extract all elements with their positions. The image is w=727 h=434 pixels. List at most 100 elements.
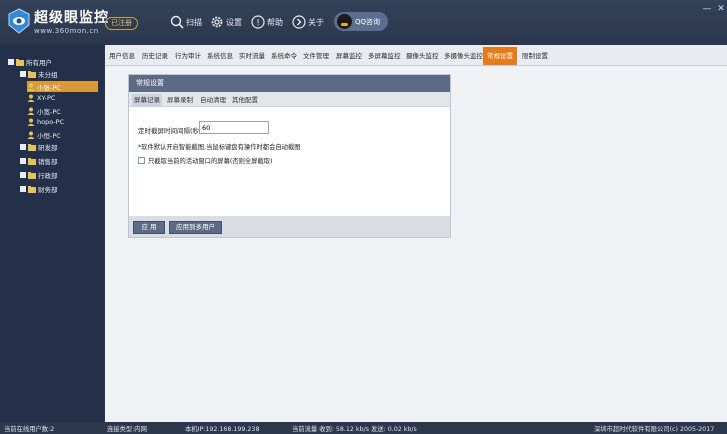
tab-multi-screen-monitor[interactable]: 多屏幕监控	[368, 48, 401, 64]
tree-dept-1[interactable]: 销售部	[20, 156, 58, 166]
online-users-count: 当前在线用户数:2	[4, 426, 55, 433]
help-label: 帮助	[267, 17, 283, 27]
user-icon	[27, 131, 35, 139]
tree-label: hopo-PC	[37, 118, 65, 126]
expand-icon	[20, 186, 26, 192]
subtab-auto-clean[interactable]: 自动清理	[198, 94, 228, 107]
tab-behavior-audit[interactable]: 行为审计	[175, 48, 201, 64]
about-button[interactable]: 关于	[292, 13, 324, 31]
folder-icon	[28, 171, 36, 179]
user-icon	[27, 83, 35, 91]
traffic-status: 当前流量 收到: 58.12 kb/s 发送: 0.02 kb/s	[292, 426, 417, 433]
qq-consult-button[interactable]: QQ咨询	[334, 12, 388, 31]
user-icon	[27, 118, 35, 126]
tab-restriction-settings[interactable]: 限制设置	[522, 48, 548, 64]
folder-icon	[28, 143, 36, 151]
tab-user-info[interactable]: 用户信息	[109, 48, 135, 64]
subtab-screen-capture[interactable]: 屏幕录制	[165, 94, 195, 107]
copyright: 深圳市超时代软件有限公司(c) 2005-2017	[594, 426, 715, 433]
qq-label: QQ咨询	[355, 17, 381, 26]
tree-label: 未分组	[38, 71, 58, 79]
interval-label: 定时截屏时间间隔(秒):	[138, 127, 204, 135]
tree-label: 财务部	[38, 186, 58, 194]
panel-footer: 应 用 应用到多用户	[129, 216, 450, 237]
tree-label: 小张-PC	[37, 83, 61, 92]
apply-to-multiple-users-button[interactable]: 应用到多用户	[169, 221, 222, 234]
folder-icon	[28, 70, 36, 78]
close-icon[interactable]: ✕	[716, 4, 726, 14]
expand-icon	[20, 172, 26, 178]
tree-dept-2[interactable]: 行政部	[20, 170, 58, 180]
hint-text: *软件默认开启智能截图,当鼠标键盘有操作时都会自动截图	[138, 144, 301, 151]
function-tabs: 用户信息 历史记录 行为审计 系统信息 实时流量 系统命令 文件管理 屏幕监控 …	[105, 45, 727, 66]
user-icon	[27, 107, 35, 115]
tree-label: XY-PC	[37, 94, 56, 102]
folder-icon	[28, 185, 36, 193]
local-ip: 本机IP:192.168.199.238	[185, 426, 260, 433]
minimize-icon[interactable]: —	[702, 4, 712, 14]
help-button[interactable]: ! 帮助	[251, 13, 283, 31]
expand-icon	[8, 59, 14, 65]
tab-history[interactable]: 历史记录	[142, 48, 168, 64]
folder-icon	[16, 58, 24, 66]
user-icon	[27, 94, 35, 102]
general-settings-panel: 常规设置 屏幕记录 屏幕录制 自动清理 其他配置 定时截屏时间间隔(秒): *软…	[128, 74, 451, 238]
settings-label: 设置	[226, 17, 242, 27]
tree-label: 小宽-PC	[37, 108, 61, 116]
active-window-checkbox[interactable]	[138, 157, 145, 164]
scan-label: 扫描	[186, 17, 202, 27]
svg-text:!: !	[256, 19, 260, 29]
about-label: 关于	[308, 17, 324, 27]
subtab-other-config[interactable]: 其他配置	[230, 94, 260, 107]
expand-icon	[20, 71, 26, 77]
tab-system-info[interactable]: 系统信息	[207, 48, 233, 64]
scan-icon	[170, 15, 184, 29]
tree-label: 销售部	[38, 158, 58, 166]
settings-button[interactable]: 设置	[210, 13, 242, 31]
qq-icon	[337, 14, 352, 29]
checkbox-label: 只截取当前的活动窗口的屏幕(否则全屏截取)	[148, 158, 273, 165]
tree-label: 小恒-PC	[37, 132, 61, 140]
tree-user-1[interactable]: XY-PC	[27, 94, 55, 102]
app-url: www.360mon.cn	[34, 27, 99, 35]
tab-realtime-traffic[interactable]: 实时流量	[239, 48, 265, 64]
tree-dept-3[interactable]: 财务部	[20, 184, 58, 194]
settings-subtabs: 屏幕记录 屏幕录制 自动清理 其他配置	[129, 92, 450, 107]
tree-root-all-users[interactable]: 所有用户	[8, 57, 52, 67]
tab-screen-monitor[interactable]: 屏幕监控	[336, 48, 362, 64]
title-bar: 超级眼监控 www.360mon.cn 已注册 扫描 设置 ! 帮助 关于 QQ…	[0, 0, 727, 44]
arrow-right-icon	[292, 15, 306, 29]
tree-dept-0[interactable]: 研发部	[20, 142, 58, 152]
tab-general-settings[interactable]: 常规设置	[483, 47, 517, 65]
expand-icon	[20, 144, 26, 150]
gear-icon	[211, 16, 223, 28]
tree-user-0[interactable]: 小张-PC	[27, 81, 98, 92]
scan-button[interactable]: 扫描	[170, 13, 202, 31]
active-window-option[interactable]: 只截取当前的活动窗口的屏幕(否则全屏截取)	[138, 156, 273, 165]
tab-system-command[interactable]: 系统命令	[271, 48, 297, 64]
folder-icon	[28, 157, 36, 165]
apply-button[interactable]: 应 用	[133, 221, 165, 234]
logo-icon	[8, 8, 30, 34]
tree-label: 研发部	[38, 144, 58, 152]
app-brand: 超级眼监控	[34, 10, 109, 26]
screen-record-settings: 定时截屏时间间隔(秒): *软件默认开启智能截图,当鼠标键盘有操作时都会自动截图…	[129, 107, 450, 220]
subtab-screen-record[interactable]: 屏幕记录	[132, 94, 162, 107]
connection-type: 连接类型:内网	[107, 426, 147, 433]
interval-input[interactable]	[199, 121, 269, 134]
panel-title: 常规设置	[129, 75, 450, 92]
tab-file-manager[interactable]: 文件管理	[303, 48, 329, 64]
tree-label: 行政部	[38, 172, 58, 180]
tree-group-ungrouped[interactable]: 未分组	[20, 69, 58, 79]
registered-badge: 已注册	[105, 17, 138, 30]
help-icon: !	[251, 15, 265, 29]
tree-user-4[interactable]: 小恒-PC	[27, 130, 61, 140]
tab-multi-camera-monitor[interactable]: 多摄像头监控	[444, 48, 483, 64]
tree-user-3[interactable]: hopo-PC	[27, 118, 64, 126]
tab-camera-monitor[interactable]: 摄像头监控	[406, 48, 439, 64]
tree-user-2[interactable]: 小宽-PC	[27, 106, 61, 116]
status-bar: 当前在线用户数:2 连接类型:内网 本机IP:192.168.199.238 当…	[0, 422, 727, 434]
tree-label: 所有用户	[26, 59, 52, 67]
expand-icon	[20, 158, 26, 164]
user-tree-sidebar: 所有用户 未分组 小张-PC XY-PC 小宽-PC hopo-PC 小恒-PC…	[0, 44, 104, 422]
